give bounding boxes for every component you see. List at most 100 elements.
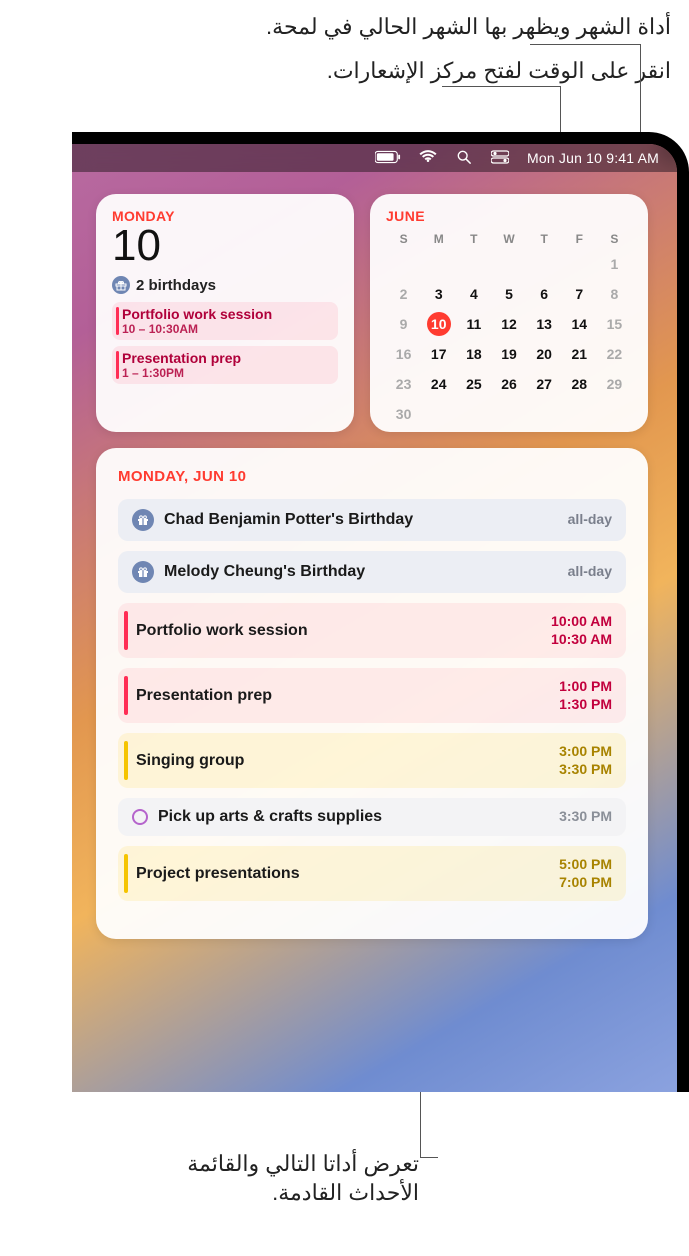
calendar-day bbox=[421, 402, 456, 426]
calendar-day[interactable]: 20 bbox=[527, 342, 562, 366]
calendar-day[interactable]: 5 bbox=[491, 282, 526, 306]
wifi-icon[interactable] bbox=[419, 150, 437, 167]
calendar-day[interactable]: 7 bbox=[562, 282, 597, 306]
calendar-day[interactable]: 9 bbox=[386, 312, 421, 336]
calendar-day[interactable]: 4 bbox=[456, 282, 491, 306]
event-time: 5:00 PM7:00 PM bbox=[559, 856, 612, 891]
event-title: Chad Benjamin Potter's Birthday bbox=[164, 511, 413, 529]
upnext-event[interactable]: Project presentations 5:00 PM7:00 PM bbox=[118, 846, 626, 901]
spotlight-icon[interactable] bbox=[455, 150, 473, 167]
calendar-day[interactable]: 18 bbox=[456, 342, 491, 366]
today-event: Portfolio work session10 – 10:30AM bbox=[112, 302, 338, 340]
calendar-day[interactable]: 29 bbox=[597, 372, 632, 396]
calendar-day[interactable]: 30 bbox=[386, 402, 421, 426]
calendar-day[interactable]: 17 bbox=[421, 342, 456, 366]
calendar-day[interactable]: 21 bbox=[562, 342, 597, 366]
today-day-number: 10 bbox=[112, 224, 338, 268]
calendar-day bbox=[527, 252, 562, 276]
gift-icon bbox=[132, 561, 154, 583]
calendar-day[interactable]: 25 bbox=[456, 372, 491, 396]
upnext-header: MONDAY, JUN 10 bbox=[118, 468, 626, 485]
event-time: 10 – 10:30AM bbox=[122, 322, 330, 336]
calendar-day[interactable]: 8 bbox=[597, 282, 632, 306]
gift-icon bbox=[132, 509, 154, 531]
menubar: Mon Jun 10 9:41 AM bbox=[72, 144, 677, 172]
calendar-upnext-widget[interactable]: MONDAY, JUN 10 Chad Benjamin Potter's Bi… bbox=[96, 448, 648, 939]
day-of-week-label: M bbox=[421, 232, 456, 246]
calendar-day[interactable]: 27 bbox=[527, 372, 562, 396]
event-title: Portfolio work session bbox=[122, 306, 330, 322]
gift-icon bbox=[112, 276, 130, 294]
calendar-day[interactable]: 13 bbox=[527, 312, 562, 336]
battery-icon[interactable] bbox=[375, 150, 401, 167]
upnext-event[interactable]: Singing group 3:00 PM3:30 PM bbox=[118, 733, 626, 788]
day-of-week-label: F bbox=[562, 232, 597, 246]
menubar-clock[interactable]: Mon Jun 10 9:41 AM bbox=[527, 150, 659, 166]
event-title: Presentation prep bbox=[136, 687, 272, 705]
calendar-day[interactable]: 12 bbox=[491, 312, 526, 336]
calendar-day[interactable]: 3 bbox=[421, 282, 456, 306]
event-title: Project presentations bbox=[136, 865, 300, 883]
calendar-day bbox=[456, 252, 491, 276]
event-time: 1:00 PM1:30 PM bbox=[559, 678, 612, 713]
calendar-day[interactable]: 15 bbox=[597, 312, 632, 336]
event-title: Presentation prep bbox=[122, 350, 330, 366]
calendar-day bbox=[562, 402, 597, 426]
upnext-event[interactable]: Pick up arts & crafts supplies 3:30 PM bbox=[118, 798, 626, 836]
calendar-day[interactable]: 6 bbox=[527, 282, 562, 306]
upnext-event[interactable]: Presentation prep 1:00 PM1:30 PM bbox=[118, 668, 626, 723]
calendar-day[interactable]: 23 bbox=[386, 372, 421, 396]
calendar-day[interactable]: 11 bbox=[456, 312, 491, 336]
month-title: JUNE bbox=[386, 208, 632, 224]
calendar-day bbox=[527, 402, 562, 426]
calendar-day-today[interactable]: 10 bbox=[421, 312, 456, 336]
event-time: 3:30 PM bbox=[559, 808, 612, 826]
calendar-day bbox=[491, 252, 526, 276]
calendar-month-widget[interactable]: JUNE SMTWTFS 123456789101112131415161718… bbox=[370, 194, 648, 432]
day-of-week-label: W bbox=[491, 232, 526, 246]
control-center-icon[interactable] bbox=[491, 150, 509, 167]
day-of-week-label: S bbox=[597, 232, 632, 246]
today-event: Presentation prep1 – 1:30PM bbox=[112, 346, 338, 384]
upnext-event[interactable]: Portfolio work session 10:00 AM10:30 AM bbox=[118, 603, 626, 658]
device-frame: Mon Jun 10 9:41 AM MONDAY 10 2 birthdays… bbox=[72, 132, 689, 1092]
callout-text: تعرض أداتا التالي والقائمة bbox=[187, 1151, 419, 1176]
desktop-screen: Mon Jun 10 9:41 AM MONDAY 10 2 birthdays… bbox=[72, 144, 677, 1092]
callout-text: الأحداث القادمة. bbox=[272, 1180, 419, 1205]
calendar-day bbox=[456, 402, 491, 426]
event-time: 1 – 1:30PM bbox=[122, 366, 330, 380]
upnext-event[interactable]: Chad Benjamin Potter's Birthday all-day bbox=[118, 499, 626, 541]
day-of-week-label: T bbox=[456, 232, 491, 246]
calendar-day[interactable]: 28 bbox=[562, 372, 597, 396]
calendar-day bbox=[562, 252, 597, 276]
callout-clock: انقر على الوقت لفتح مركز الإشعارات. bbox=[31, 56, 671, 86]
calendar-day[interactable]: 26 bbox=[491, 372, 526, 396]
day-of-week-label: S bbox=[386, 232, 421, 246]
today-birthdays-text: 2 birthdays bbox=[136, 277, 216, 294]
calendar-day[interactable]: 19 bbox=[491, 342, 526, 366]
month-calendar: SMTWTFS 12345678910111213141516171819202… bbox=[386, 232, 632, 426]
calendar-day[interactable]: 1 bbox=[597, 252, 632, 276]
event-title: Pick up arts & crafts supplies bbox=[158, 808, 382, 826]
reminder-circle-icon[interactable] bbox=[132, 809, 148, 825]
event-title: Singing group bbox=[136, 752, 244, 770]
calendar-day[interactable]: 22 bbox=[597, 342, 632, 366]
calendar-day[interactable]: 24 bbox=[421, 372, 456, 396]
callout-upnext-widget: تعرض أداتا التالي والقائمة الأحداث القاد… bbox=[69, 1149, 419, 1208]
calendar-day bbox=[491, 402, 526, 426]
event-time: 10:00 AM10:30 AM bbox=[551, 613, 612, 648]
upnext-event[interactable]: Melody Cheung's Birthday all-day bbox=[118, 551, 626, 593]
calendar-day bbox=[597, 402, 632, 426]
notification-center: MONDAY 10 2 birthdays Portfolio work ses… bbox=[96, 194, 667, 939]
calendar-day[interactable]: 2 bbox=[386, 282, 421, 306]
calendar-today-widget[interactable]: MONDAY 10 2 birthdays Portfolio work ses… bbox=[96, 194, 354, 432]
today-birthdays: 2 birthdays bbox=[112, 276, 338, 294]
calendar-day[interactable]: 14 bbox=[562, 312, 597, 336]
calendar-day bbox=[386, 252, 421, 276]
calendar-day[interactable]: 16 bbox=[386, 342, 421, 366]
event-title: Portfolio work session bbox=[136, 622, 308, 640]
event-time: all-day bbox=[568, 563, 612, 581]
event-time: 3:00 PM3:30 PM bbox=[559, 743, 612, 778]
event-time: all-day bbox=[568, 511, 612, 529]
event-title: Melody Cheung's Birthday bbox=[164, 563, 365, 581]
